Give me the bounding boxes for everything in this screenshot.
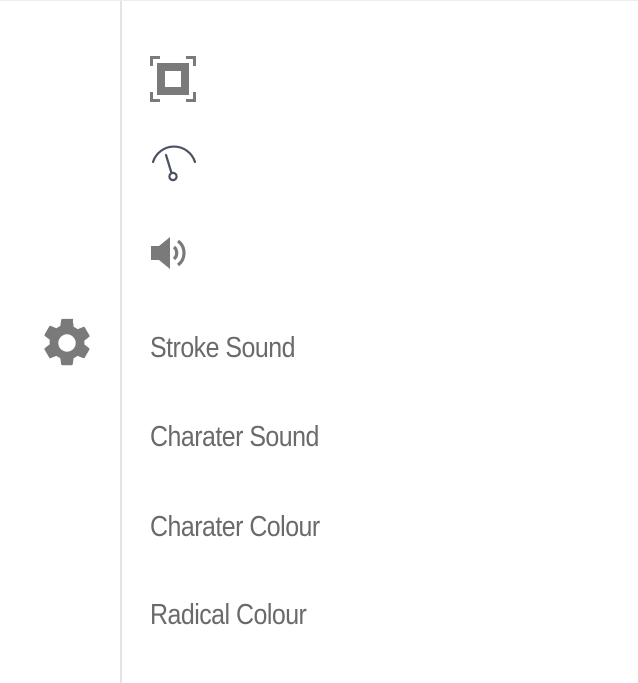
menu-item-label: Stroke Sound <box>150 331 295 364</box>
settings-menu: Stroke Sound Charater Sound Charater Col… <box>150 1 620 683</box>
menu-item-label: Charater Colour <box>150 510 320 543</box>
left-rail <box>0 1 121 683</box>
gear-icon[interactable] <box>38 314 96 372</box>
menu-item-label: Radical Colour <box>150 598 307 631</box>
menu-item-label: Charater Sound <box>150 420 319 453</box>
vertical-divider <box>120 1 122 683</box>
volume-icon[interactable] <box>150 233 192 273</box>
menu-item-character-sound[interactable]: Charater Sound <box>150 414 550 460</box>
settings-panel: Stroke Sound Charater Sound Charater Col… <box>0 0 638 683</box>
menu-item-radical-colour[interactable]: Radical Colour <box>150 592 550 638</box>
fullscreen-icon[interactable] <box>150 56 196 102</box>
menu-item-stroke-sound[interactable]: Stroke Sound <box>150 325 550 371</box>
speed-dial-icon[interactable] <box>150 145 198 185</box>
menu-item-character-colour[interactable]: Charater Colour <box>150 504 550 550</box>
